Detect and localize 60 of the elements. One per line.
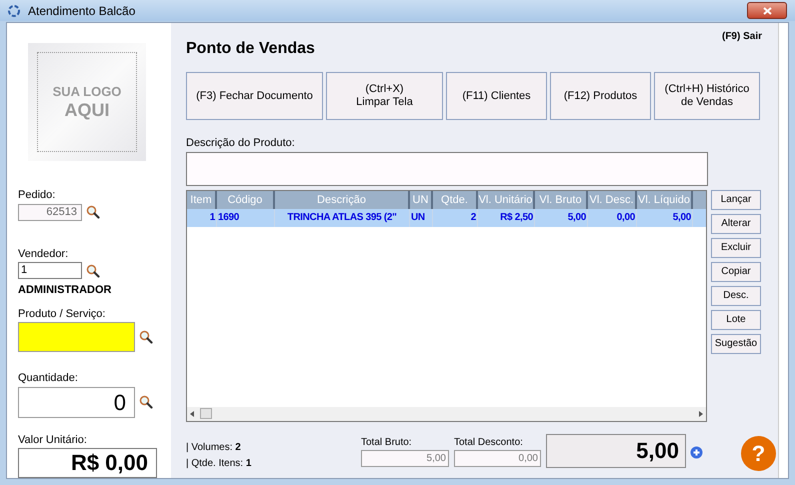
exit-button[interactable]: (F9) Sair xyxy=(722,29,762,44)
table-cell: 5,00 xyxy=(637,208,693,226)
table-cell: 1 xyxy=(187,208,217,226)
vertical-scrollbar[interactable] xyxy=(778,23,788,478)
action-button[interactable]: (F3) Fechar Documento xyxy=(186,72,323,120)
field-label: Pedido: xyxy=(18,188,56,203)
table-cell: 2 xyxy=(433,208,478,226)
scrollbar-thumb[interactable] xyxy=(200,408,212,419)
discount-total-field: 0,00 xyxy=(454,450,541,466)
window-title: Atendimento Balcão xyxy=(28,2,136,20)
side-button[interactable]: Alterar xyxy=(711,214,761,234)
side-button[interactable]: Lote xyxy=(711,310,761,330)
volumes-text: | Volumes: 2 xyxy=(186,440,242,454)
table-cell: 1690 xyxy=(217,208,275,226)
product-field[interactable] xyxy=(18,322,135,352)
seller-field[interactable]: 1 xyxy=(18,262,82,279)
table-cell: R$ 2,50 xyxy=(478,208,535,226)
side-button[interactable]: Excluir xyxy=(711,238,761,258)
description-field[interactable] xyxy=(186,152,708,186)
gross-total-field: 5,00 xyxy=(361,450,449,466)
field-label: Quantidade: xyxy=(18,371,79,386)
side-button[interactable]: Sugestão xyxy=(711,334,761,354)
field-label: Vendedor: xyxy=(18,246,70,262)
horizontal-scrollbar[interactable] xyxy=(187,406,706,420)
order-field[interactable]: 62513 xyxy=(18,204,82,220)
action-button[interactable]: (Ctrl+X) Limpar Tela xyxy=(326,72,443,120)
logo-text: AQUI xyxy=(64,100,110,120)
action-button[interactable]: (Ctrl+H) Histórico de Vendas xyxy=(654,72,760,120)
app-icon xyxy=(8,4,20,16)
close-icon xyxy=(762,6,772,14)
search-icon[interactable] xyxy=(86,205,100,219)
action-button[interactable]: (F11) Clientes xyxy=(446,72,547,120)
page-title: Ponto de Vendas xyxy=(186,39,315,59)
items-count-text: | Qtde. Itens: 1 xyxy=(186,456,252,470)
search-icon[interactable] xyxy=(139,395,153,409)
grand-total-field: 5,00 xyxy=(546,434,686,468)
plus-icon[interactable] xyxy=(690,446,703,458)
side-button[interactable]: Lançar xyxy=(711,190,761,210)
search-icon[interactable] xyxy=(139,330,153,344)
scroll-right-icon[interactable] xyxy=(699,410,703,416)
scroll-left-icon[interactable] xyxy=(190,410,194,416)
field-label: Valor Unitário: xyxy=(18,432,88,448)
side-button[interactable]: Copiar xyxy=(711,262,761,282)
action-button[interactable]: (F12) Produtos xyxy=(550,72,651,120)
quantity-field[interactable]: 0 xyxy=(18,386,135,418)
field-label: Total Bruto: xyxy=(361,436,413,450)
field-label: Descrição do Produto: xyxy=(186,136,296,151)
unit-price-field: R$ 0,00 xyxy=(18,448,157,478)
field-label: Total Desconto: xyxy=(454,436,524,450)
table-cell: 0,00 xyxy=(588,208,637,226)
seller-name: ADMINISTRADOR xyxy=(18,283,112,298)
search-icon[interactable] xyxy=(86,264,100,278)
table-row[interactable]: 1 1690 TRINCHA ATLAS 395 (2" UN 2 R$ 2,50 5,00 0,00 5,00 xyxy=(187,208,706,226)
close-button[interactable] xyxy=(747,2,787,19)
side-button[interactable]: Desc. xyxy=(711,286,761,306)
field-label: Produto / Serviço: xyxy=(18,306,106,322)
logo-text: SUA LOGO xyxy=(52,84,122,100)
table-cell: UN xyxy=(410,208,433,226)
table-cell: TRINCHA ATLAS 395 (2" xyxy=(275,208,410,226)
table-cell: 5,00 xyxy=(535,208,588,226)
